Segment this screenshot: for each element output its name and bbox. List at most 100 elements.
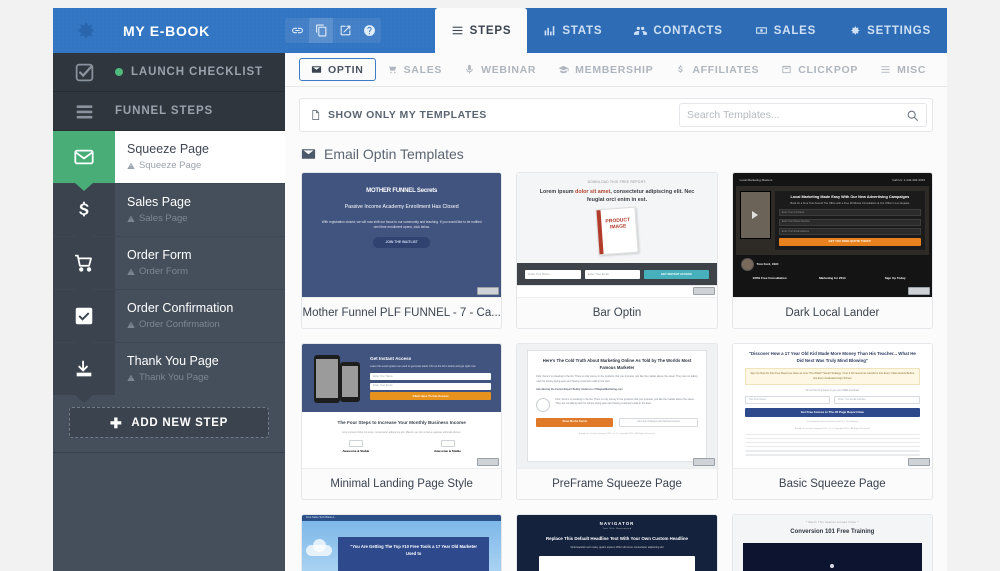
subtab-membership[interactable]: MEMBERSHIP: [547, 58, 664, 81]
step-connector-arrow: [75, 289, 93, 297]
preview-pre: DOWNLOAD THIS FREE REPORT:: [587, 180, 647, 184]
template-card[interactable]: MOTHER FUNNEL Secrets Passive Income Aca…: [301, 172, 503, 329]
plus-icon: ✚: [109, 414, 123, 431]
subtab-membership-label: MEMBERSHIP: [575, 63, 654, 76]
envelope-icon: [301, 149, 316, 159]
subtab-affiliates[interactable]: AFFILIATES: [664, 58, 770, 81]
subtab-optin[interactable]: OPTIN: [299, 58, 376, 81]
envelope-icon: [53, 131, 115, 191]
preview-book-text: PRODUCT IMAGE: [605, 217, 631, 231]
thumbnail-corner-badge: [477, 458, 500, 466]
step-subtitle-text: Order Confirmation: [139, 319, 220, 331]
template-card[interactable]: Local Marketing Masters Call Us: 1-444-3…: [731, 172, 933, 329]
subtab-affiliates-label: AFFILIATES: [692, 63, 760, 76]
external-link-icon[interactable]: [333, 18, 357, 43]
add-new-step-button[interactable]: ✚ ADD NEW STEP: [69, 407, 269, 438]
preview-phone: Call Us: 1-444-302-3333: [892, 178, 925, 182]
step-connector-arrow: [75, 183, 93, 191]
warning-icon: [127, 321, 135, 328]
sidebar-item-launch-checklist[interactable]: LAUNCH CHECKLIST: [53, 53, 285, 92]
template-grid-scroll[interactable]: MOTHER FUNNEL Secrets Passive Income Aca…: [285, 172, 947, 571]
step-subtitle: Squeeze Page: [127, 159, 285, 172]
subtab-webinar[interactable]: WEBINAR: [453, 58, 547, 81]
preview-field-email: Enter Your Email: [584, 269, 640, 279]
template-card[interactable]: NAVIGATOR Your Site Guaranteed Replace T…: [516, 514, 718, 571]
preview-copyright: Brought to You by Company 2015 · LLC Cop…: [794, 427, 870, 430]
preview-field-3: Enter Your Email Address: [778, 228, 921, 236]
step-title: Order Confirmation: [127, 301, 234, 316]
document-icon: [312, 110, 320, 120]
preview-brand: Local Marketing Masters: [739, 178, 773, 182]
show-only-my-templates-button[interactable]: SHOW ONLY MY TEMPLATES: [310, 109, 487, 121]
templates-toolbar: SHOW ONLY MY TEMPLATES: [299, 98, 933, 132]
warning-icon: [127, 374, 135, 381]
step-title: Sales Page: [127, 195, 191, 210]
preview-box: Sign Up Now for this Free Report as clos…: [744, 368, 920, 385]
preview-small: Get Immediate Access Even at 100% in The…: [806, 420, 858, 423]
preview-field-name: Enter Your Name: [370, 373, 492, 381]
subtab-clickpop[interactable]: CLICKPOP: [770, 58, 869, 81]
template-card[interactable]: "Discover How a 17 Year Old Kid Made Mor…: [731, 343, 933, 500]
preview-cta: Click Here To Get Access: [370, 392, 492, 401]
preview-button-primary: Show Me the Secret: [536, 417, 613, 427]
template-card[interactable]: Free Sales Tech Blank A... "You Are Gett…: [301, 514, 503, 571]
template-card[interactable]: DOWNLOAD THIS FREE REPORT: Lorem ipsum d…: [516, 172, 718, 329]
link-icon[interactable]: [285, 18, 309, 43]
preview-sub: Dolorwaodein erit unisq, quaim eipsum 20…: [570, 545, 664, 549]
preview-logo-text: NAVIGATOR: [599, 521, 635, 526]
sidebar-step-squeeze-page[interactable]: Squeeze Page Squeeze Page: [53, 131, 285, 191]
preview-optin-bar: Enter Your Name Enter Your Email GET INS…: [517, 263, 717, 285]
sidebar-item-funnel-steps[interactable]: FUNNEL STEPS: [53, 92, 285, 131]
thumbnail-corner-badge: [907, 458, 930, 466]
search-input[interactable]: [687, 109, 906, 121]
preview-field-2: Enter Your Phone Number: [778, 218, 921, 226]
preview-col-1: Awesome & Stable: [342, 449, 370, 454]
template-name: Minimal Landing Page Style: [330, 478, 473, 490]
funnel-steps-label: FUNNEL STEPS: [115, 105, 214, 117]
subtab-misc[interactable]: MISC: [869, 58, 937, 81]
preview-headline: Get Instant Access: [370, 355, 412, 361]
preview-headline: Replace This Default Headline Text With …: [546, 535, 688, 541]
preview-video: [739, 190, 771, 239]
preview-field-email: Enter Your Email: [370, 382, 492, 390]
sidebar-step-sales-page[interactable]: Sales Page Sales Page: [53, 184, 285, 244]
sidebar-step-thank-you-page[interactable]: Thank You Page Thank You Page: [53, 343, 285, 403]
sidebar-step-order-confirmation[interactable]: Order Confirmation Order Confirmation: [53, 290, 285, 350]
dollar-icon: [53, 184, 115, 244]
template-card[interactable]: Here's The Cold Truth About Marketing On…: [516, 343, 718, 500]
money-icon: [755, 27, 767, 34]
search-icon[interactable]: [906, 109, 919, 122]
sidebar-step-order-form[interactable]: Order Form Order Form: [53, 237, 285, 297]
preview-topbar: Free Sales Tech Blank A...: [302, 515, 502, 521]
subtab-webinar-label: WEBINAR: [481, 63, 537, 76]
step-title: Order Form: [127, 248, 192, 263]
main-tab-bar: STEPS STATS CONTACTS SALES SETTINGS: [434, 8, 947, 53]
preview-field-email: Enter Your Email Address: [834, 395, 920, 404]
body: LAUNCH CHECKLIST FUNNEL STEPS Squeeze Pa…: [53, 53, 947, 571]
step-title: Thank You Page: [127, 354, 219, 369]
clone-icon[interactable]: [309, 18, 333, 43]
template-name: Mother Funnel PLF FUNNEL - 7 - Ca...: [302, 307, 501, 319]
show-only-label: SHOW ONLY MY TEMPLATES: [328, 109, 487, 121]
graduation-cap-icon: [558, 65, 569, 74]
tab-settings[interactable]: SETTINGS: [832, 8, 947, 53]
section-title-text: Email Optin Templates: [324, 146, 464, 162]
subtab-sales[interactable]: SALES: [376, 58, 454, 81]
tab-contacts[interactable]: CONTACTS: [618, 8, 738, 53]
help-icon[interactable]: [357, 18, 381, 43]
search-container: [679, 103, 927, 127]
preview-sub: Learn the exact system we used to genera…: [370, 364, 476, 368]
preview-copyright: Brought to You by Company 2015 · LLC. Co…: [578, 432, 656, 435]
preview-cloud: [306, 539, 332, 556]
template-thumbnail: Here's The Cold Truth About Marketing On…: [517, 344, 717, 469]
template-card[interactable]: * Watch This Special Limited Video * Con…: [731, 514, 933, 571]
tab-stats[interactable]: STATS: [527, 8, 618, 53]
tab-steps[interactable]: STEPS: [434, 8, 528, 53]
top-header: MY E-BOOK STEPS STATS CONTACTS SALES SET…: [53, 8, 947, 53]
preview-sub: Fill out the form below to get your FREE…: [805, 388, 859, 392]
tab-sales[interactable]: SALES: [739, 8, 832, 53]
preview-headline-accent: dolor sit amet: [575, 188, 611, 195]
dollar-icon: [678, 65, 684, 73]
template-card[interactable]: Get Instant Access Learn the exact syste…: [301, 343, 503, 500]
gear-icon: [851, 26, 860, 35]
